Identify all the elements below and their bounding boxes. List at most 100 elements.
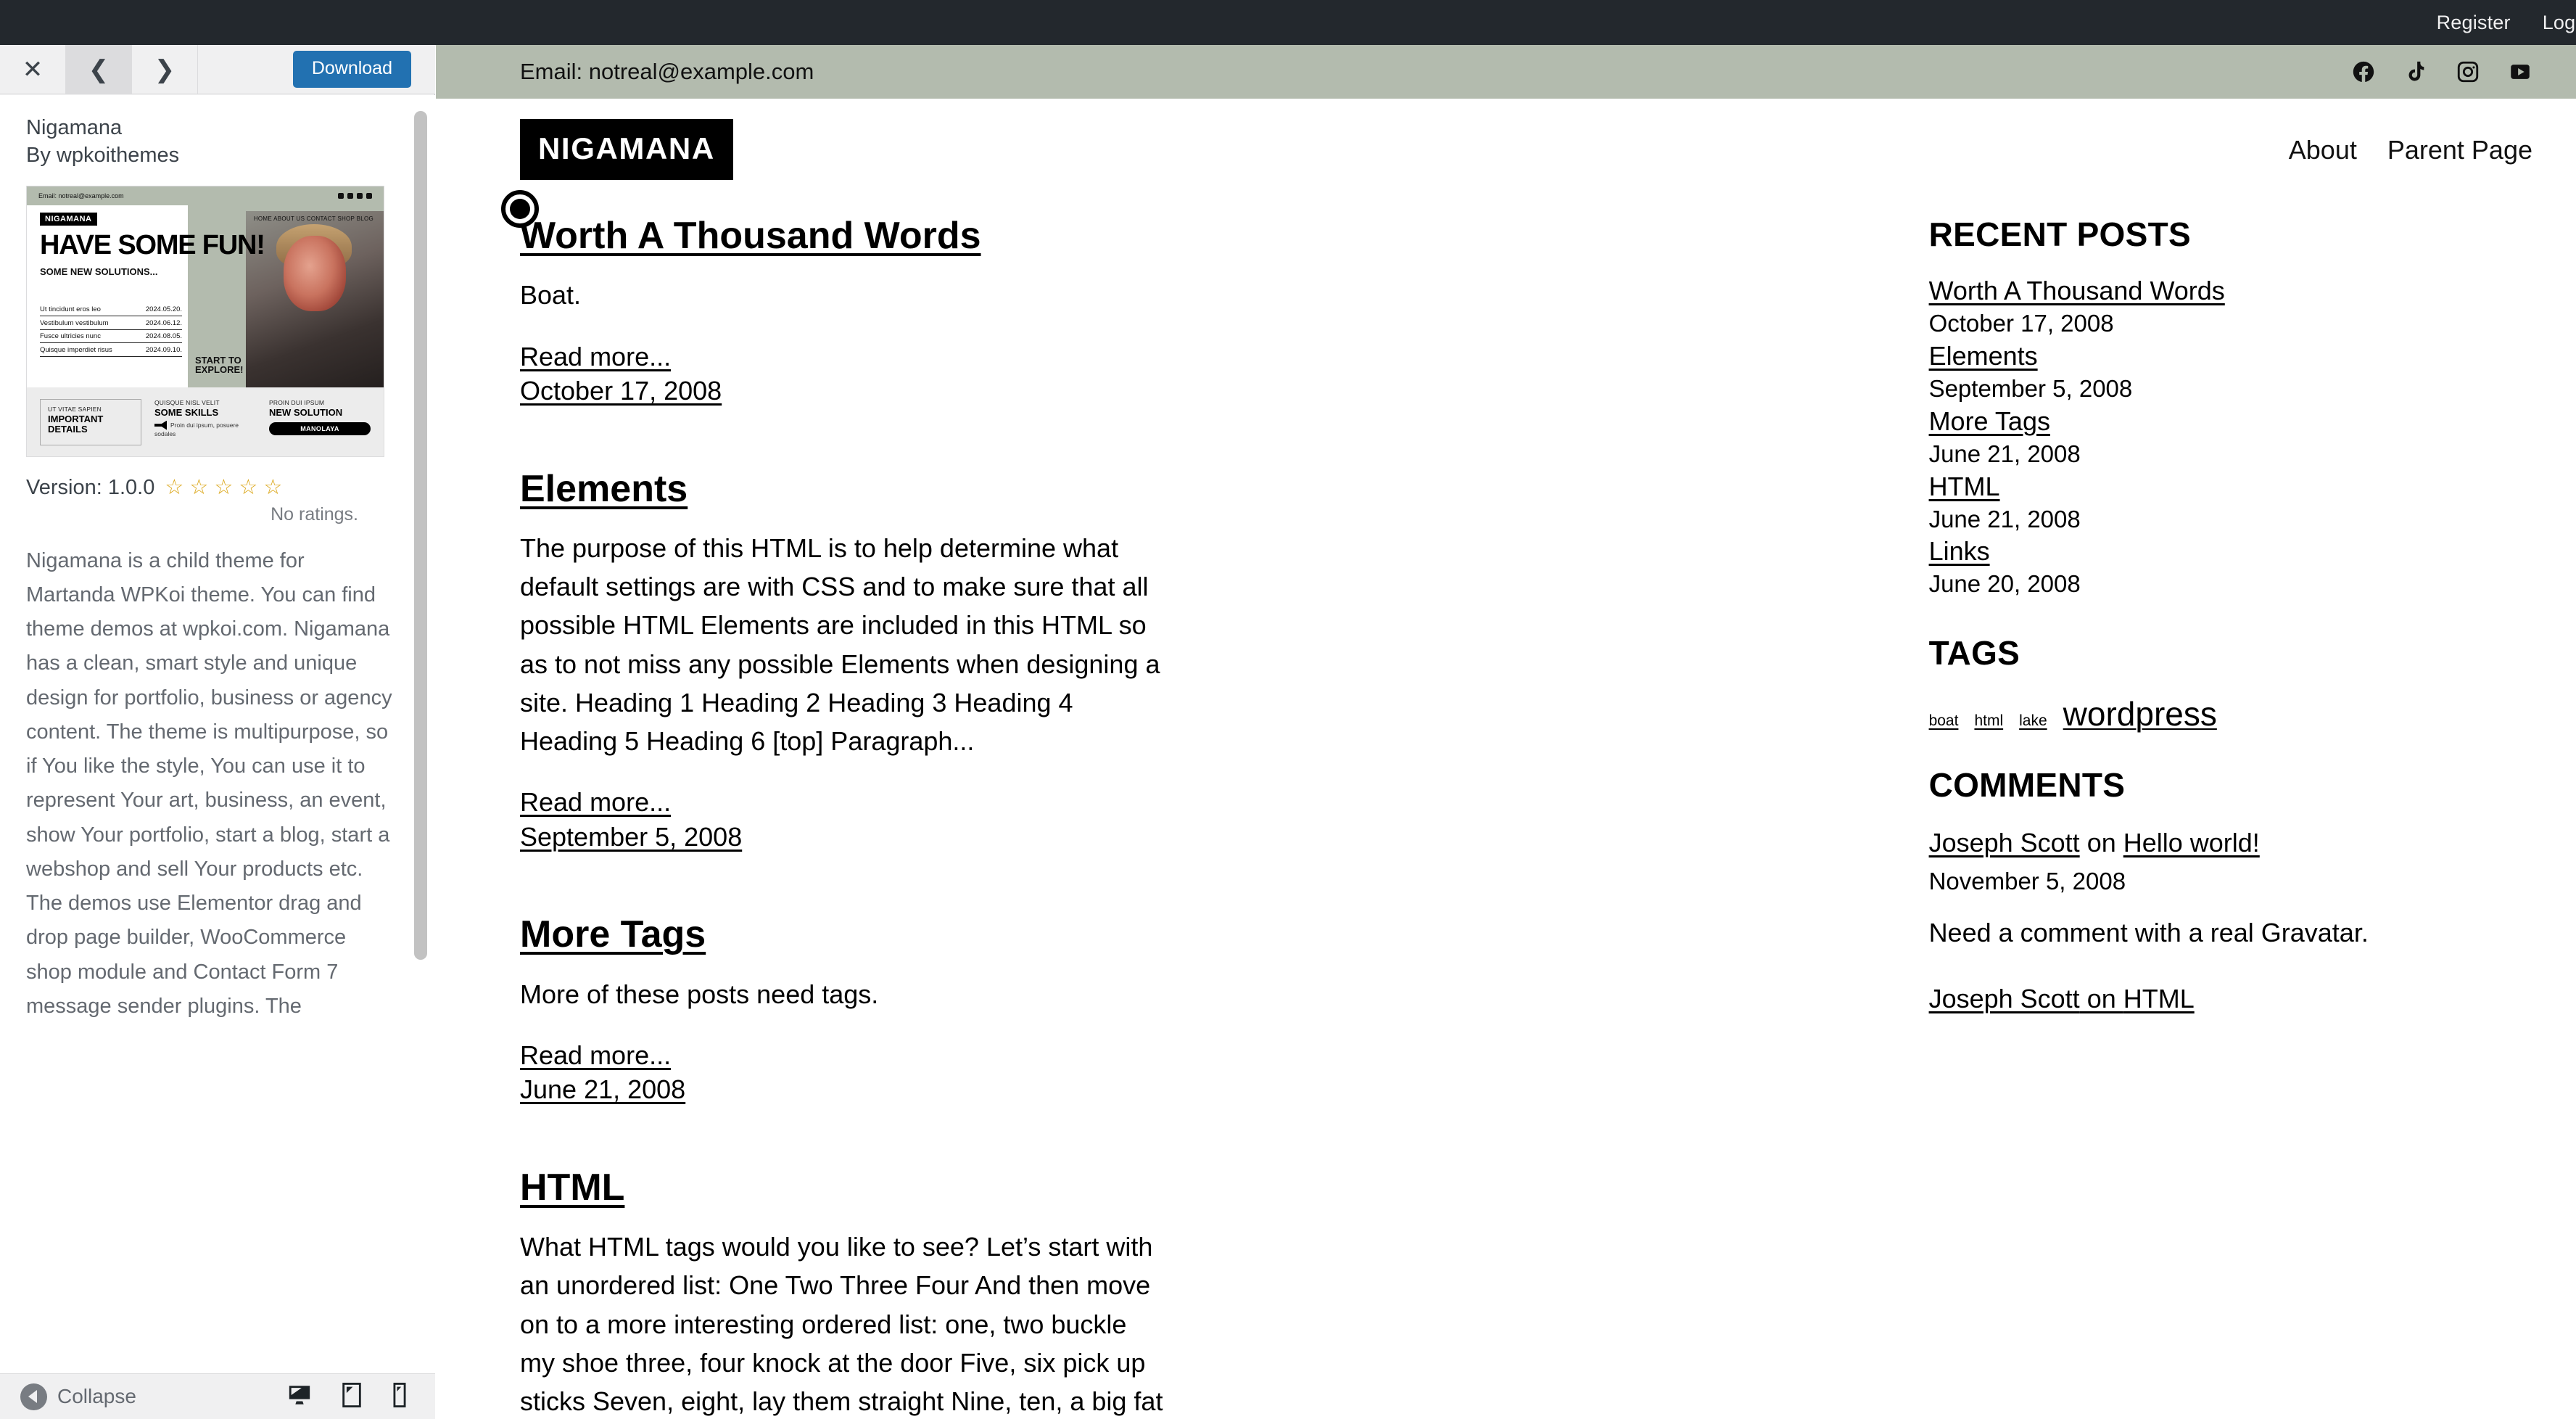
comment-connector: on <box>2079 828 2123 858</box>
collapse-icon <box>20 1383 47 1410</box>
recent-post-link[interactable]: More Tags <box>1929 406 2532 437</box>
tag-link[interactable]: html <box>1974 712 2003 730</box>
youtube-icon <box>366 192 372 199</box>
recent-post-item: Elements September 5, 2008 <box>1929 341 2532 406</box>
star-icon[interactable]: ☆ <box>263 477 282 498</box>
site-sidebar: RECENT POSTS Worth A Thousand Words Octo… <box>1923 215 2532 1419</box>
post-meta: Read more... September 5, 2008 <box>520 785 1165 854</box>
thumb-list: Ut tincidunt eros leo 2024.05.20. Vestib… <box>40 303 182 357</box>
thumb-list-date: 2024.09.10. <box>145 345 182 354</box>
comment-post-link[interactable]: HTML <box>2123 984 2195 1013</box>
register-link[interactable]: Register <box>2437 12 2511 34</box>
thumb-cta: START TO EXPLORE! <box>195 354 244 376</box>
post-title[interactable]: Elements <box>520 468 688 510</box>
recent-post-link[interactable]: Elements <box>1929 341 2532 371</box>
comment-author-link[interactable]: Joseph Scott <box>1929 828 2080 857</box>
download-button[interactable]: Download <box>292 51 411 88</box>
site-social-links <box>2351 59 2532 84</box>
thumb-social-icons <box>338 192 372 199</box>
post-card: Worth A Thousand Words Boat. Read more..… <box>520 215 1238 408</box>
read-more-link[interactable]: Read more... <box>520 340 1165 374</box>
collapse-label: Collapse <box>57 1385 136 1407</box>
comment-date: November 5, 2008 <box>1928 868 2126 895</box>
tiktok-icon[interactable] <box>2403 59 2428 84</box>
theme-info-scroll-area[interactable]: Nigamana By wpkoithemes Email: notreal@e… <box>0 95 435 1373</box>
post-card: Elements The purpose of this HTML is to … <box>520 468 1238 855</box>
post-meta: Read more... June 21, 2008 <box>520 1038 1165 1107</box>
thumb-list-item: Vestibulum vestibulum 2024.06.12. <box>40 316 182 330</box>
nav-item-about[interactable]: About <box>2289 135 2357 165</box>
tag-link[interactable]: lake <box>2019 712 2047 730</box>
next-theme-button[interactable]: ❯ <box>132 45 198 94</box>
post-date[interactable]: October 17, 2008 <box>520 374 1165 408</box>
thumb-list-item: Ut tincidunt eros leo 2024.05.20. <box>40 303 182 317</box>
post-date[interactable]: June 21, 2008 <box>520 1072 1165 1107</box>
widget-comments: COMMENTS Joseph Scott on Hello world! No… <box>1929 765 2532 1014</box>
facebook-icon[interactable] <box>2351 59 2376 84</box>
thumb-card-box: UT VITAE SAPIEN IMPORTANT DETAILS <box>40 398 141 445</box>
post-title[interactable]: More Tags <box>520 913 706 955</box>
recent-post-link[interactable]: Worth A Thousand Words <box>1929 276 2532 306</box>
star-icon[interactable]: ☆ <box>214 477 233 498</box>
thumb-card-title: NEW SOLUTION <box>269 406 343 418</box>
thumb-photo-face <box>284 235 346 311</box>
post-date[interactable]: September 5, 2008 <box>520 820 1165 855</box>
tablet-icon[interactable] <box>341 1382 363 1411</box>
thumb-subheadline: SOME NEW SOLUTIONS... <box>40 266 158 277</box>
comment-author-link[interactable]: Joseph Scott <box>1929 984 2080 1013</box>
tag-link[interactable]: boat <box>1929 712 1959 730</box>
youtube-icon[interactable] <box>2508 59 2532 84</box>
read-more-link[interactable]: Read more... <box>520 1038 1165 1073</box>
instagram-icon <box>357 192 363 199</box>
preview-footer: Collapse <box>0 1373 435 1419</box>
rating-stars[interactable]: ☆ ☆ ☆ ☆ ☆ <box>165 477 282 498</box>
thumb-list-label: Ut tincidunt eros leo <box>40 305 101 314</box>
read-more-link[interactable]: Read more... <box>520 785 1165 820</box>
login-link[interactable]: Log In <box>2543 12 2576 34</box>
thumb-list-item: Quisque imperdiet risus 2024.09.10. <box>40 343 182 357</box>
instagram-icon[interactable] <box>2456 59 2480 84</box>
tag-link[interactable]: wordpress <box>2063 694 2217 733</box>
comment-post-link[interactable]: Hello world! <box>2123 828 2260 857</box>
thumb-headline: HAVE SOME FUN! <box>40 229 265 260</box>
post-card: HTML What HTML tags would you like to se… <box>520 1167 1238 1419</box>
scroll-dot-icon[interactable] <box>501 190 539 228</box>
comment-body: Need a comment with a real Gravatar. <box>1928 918 2369 948</box>
recent-post-date: June 21, 2008 <box>1928 440 2081 467</box>
collapse-button[interactable]: Collapse <box>20 1383 136 1410</box>
scrollbar-thumb[interactable] <box>414 111 427 960</box>
star-icon[interactable]: ☆ <box>189 477 208 498</box>
sidebar-scrollbar[interactable] <box>414 95 427 1373</box>
thumb-card: QUISQUE NISL VELIT SOME SKILLS Proin dui… <box>154 399 256 445</box>
star-icon[interactable]: ☆ <box>165 477 183 498</box>
comment-heading: Joseph Scott on Hello world! <box>1929 826 2532 860</box>
site-logo[interactable]: NIGAMANA <box>520 119 733 180</box>
post-meta: Read more... October 17, 2008 <box>520 340 1165 408</box>
site-topbar: Email: notreal@example.com <box>436 45 2576 99</box>
recent-post-link[interactable]: HTML <box>1929 472 2532 502</box>
post-title[interactable]: HTML <box>520 1167 624 1209</box>
widget-recent-posts: RECENT POSTS Worth A Thousand Words Octo… <box>1929 215 2532 601</box>
previous-theme-button[interactable]: ❮ <box>66 45 132 94</box>
recent-post-date: June 20, 2008 <box>1928 570 2081 598</box>
desktop-icon[interactable] <box>287 1383 312 1411</box>
thumb-nav: HOME ABOUT US CONTACT SHOP BLOG <box>253 215 373 222</box>
nav-item-parent-page[interactable]: Parent Page <box>2387 135 2532 165</box>
post-title[interactable]: Worth A Thousand Words <box>520 215 981 257</box>
star-icon[interactable]: ☆ <box>239 477 257 498</box>
thumb-logo: NIGAMANA <box>40 212 97 226</box>
thumb-topbar: Email: notreal@example.com <box>27 186 384 205</box>
close-preview-button[interactable]: ✕ <box>0 45 66 94</box>
recent-post-link[interactable]: Links <box>1929 536 2532 567</box>
thumb-lower-section: UT VITAE SAPIEN IMPORTANT DETAILS QUISQU… <box>27 387 384 456</box>
recent-post-item: Worth A Thousand Words October 17, 2008 <box>1929 276 2532 341</box>
posts-grid: Worth A Thousand Words Boat. Read more..… <box>520 215 1923 1419</box>
thumb-card-button: MANOLAYA <box>269 421 371 435</box>
thumb-card-note: Proin dui ipsum, posuere sodales <box>154 421 239 437</box>
site-main-nav: About Parent Page <box>2289 119 2532 165</box>
recent-post-item: HTML June 21, 2008 <box>1929 472 2532 537</box>
mobile-icon[interactable] <box>392 1382 408 1411</box>
recent-post-date: October 17, 2008 <box>1928 310 2114 337</box>
post-excerpt: Boat. <box>520 280 582 310</box>
thumb-list-item: Fusce ultricies nunc 2024.08.05. <box>40 330 182 344</box>
